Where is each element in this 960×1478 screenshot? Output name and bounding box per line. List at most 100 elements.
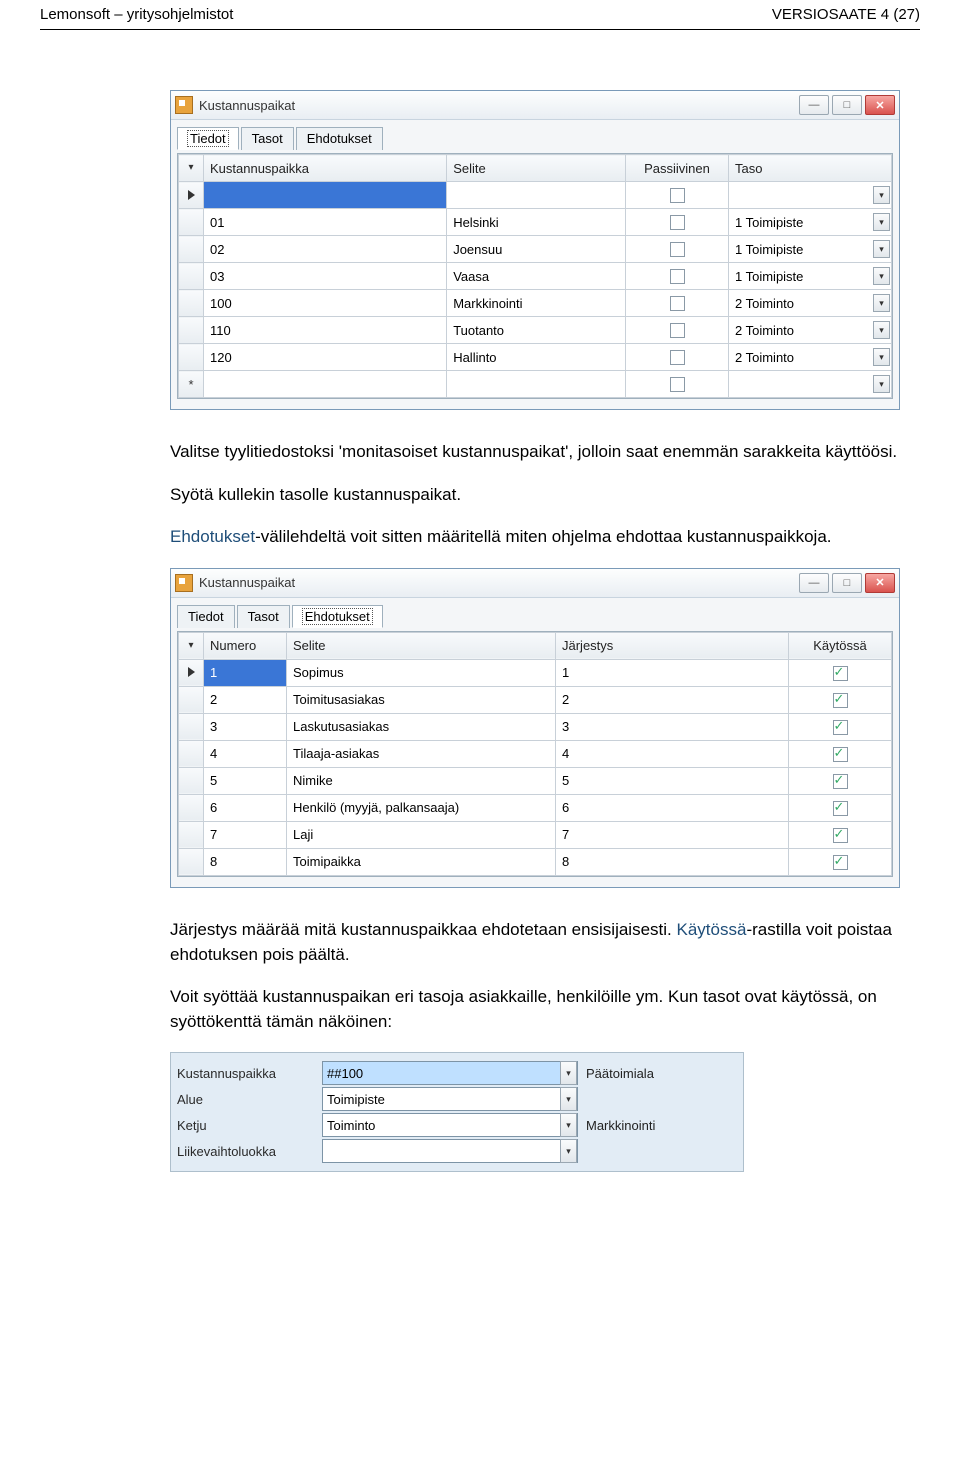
checkbox-icon[interactable] (833, 720, 848, 735)
chevron-down-icon[interactable]: ▾ (873, 375, 890, 393)
row-header[interactable] (179, 821, 204, 848)
titlebar[interactable]: Kustannuspaikat — □ ✕ (171, 91, 899, 120)
table-row[interactable]: 3Laskutusasiakas3 (179, 713, 892, 740)
grid-corner[interactable]: ▾ (179, 155, 204, 182)
checkbox-icon[interactable] (670, 215, 685, 230)
checkbox-icon[interactable] (833, 855, 848, 870)
combo-box[interactable]: Toiminto▾ (322, 1113, 578, 1137)
cell-on[interactable] (789, 659, 892, 686)
cell-order[interactable]: 2 (556, 686, 789, 713)
row-header[interactable] (179, 290, 204, 317)
col-kaytossa[interactable]: Käytössä (789, 632, 892, 659)
table-row[interactable]: 6Henkilö (myyjä, palkansaaja)6 (179, 794, 892, 821)
checkbox-icon[interactable] (670, 242, 685, 257)
cell-order[interactable]: 8 (556, 848, 789, 875)
close-button[interactable]: ✕ (865, 95, 895, 115)
grid-ehdotukset[interactable]: ▾ Numero Selite Järjestys Käytössä 1Sopi… (178, 632, 892, 876)
cell-label[interactable]: Hallinto (447, 344, 626, 371)
table-row[interactable]: ▾ (179, 182, 892, 209)
table-row[interactable]: 4Tilaaja-asiakas4 (179, 740, 892, 767)
cell-taso[interactable]: 1 Toimipiste▾ (729, 236, 892, 263)
cell-num[interactable]: 2 (204, 686, 287, 713)
row-header-new[interactable]: * (179, 371, 204, 398)
checkbox-icon[interactable] (670, 377, 685, 392)
cell-passive[interactable] (626, 344, 729, 371)
checkbox-icon[interactable] (670, 296, 685, 311)
cell-code[interactable] (204, 182, 447, 209)
cell-num[interactable]: 8 (204, 848, 287, 875)
combo-box[interactable]: Toimipiste▾ (322, 1087, 578, 1111)
chevron-down-icon[interactable]: ▾ (873, 321, 890, 339)
table-row[interactable]: 120Hallinto2 Toiminto▾ (179, 344, 892, 371)
combo-box[interactable]: ▾ (322, 1139, 578, 1163)
col-jarjestys[interactable]: Järjestys (556, 632, 789, 659)
table-row[interactable]: 1Sopimus1 (179, 659, 892, 686)
checkbox-icon[interactable] (670, 350, 685, 365)
chevron-down-icon[interactable]: ▾ (873, 186, 890, 204)
cell-passive[interactable] (626, 209, 729, 236)
chevron-down-icon[interactable]: ▾ (873, 213, 890, 231)
cell-code[interactable]: 02 (204, 236, 447, 263)
row-header[interactable] (179, 317, 204, 344)
col-numero[interactable]: Numero (204, 632, 287, 659)
checkbox-icon[interactable] (833, 828, 848, 843)
cell-on[interactable] (789, 740, 892, 767)
cell-num[interactable]: 3 (204, 713, 287, 740)
chevron-down-icon[interactable]: ▾ (560, 1087, 577, 1111)
cell-num[interactable]: 4 (204, 740, 287, 767)
close-button[interactable]: ✕ (865, 573, 895, 593)
cell-label[interactable]: Sopimus (287, 659, 556, 686)
chevron-down-icon[interactable]: ▾ (873, 240, 890, 258)
checkbox-icon[interactable] (833, 747, 848, 762)
cell-num[interactable]: 1 (204, 659, 287, 686)
table-row[interactable]: 8Toimipaikka8 (179, 848, 892, 875)
table-row[interactable]: 7Laji7 (179, 821, 892, 848)
row-header[interactable] (179, 686, 204, 713)
chevron-down-icon[interactable]: ▾ (560, 1139, 577, 1163)
chevron-down-icon[interactable]: ▾ (873, 267, 890, 285)
checkbox-icon[interactable] (670, 269, 685, 284)
col-kustannuspaikka[interactable]: Kustannuspaikka (204, 155, 447, 182)
maximize-button[interactable]: □ (832, 95, 862, 115)
row-header[interactable] (179, 794, 204, 821)
cell-on[interactable] (789, 686, 892, 713)
row-header[interactable] (179, 344, 204, 371)
grid-kustannuspaikat[interactable]: ▾ Kustannuspaikka Selite Passiivinen Tas… (178, 154, 892, 398)
checkbox-icon[interactable] (670, 323, 685, 338)
cell-order[interactable]: 5 (556, 767, 789, 794)
cell-order[interactable]: 4 (556, 740, 789, 767)
checkbox-icon[interactable] (833, 801, 848, 816)
chevron-down-icon[interactable]: ▾ (873, 294, 890, 312)
cell-label[interactable]: Henkilö (myyjä, palkansaaja) (287, 794, 556, 821)
minimize-button[interactable]: — (799, 573, 829, 593)
row-header[interactable] (179, 263, 204, 290)
cell-passive[interactable] (626, 290, 729, 317)
checkbox-icon[interactable] (670, 188, 685, 203)
grid-corner[interactable]: ▾ (179, 632, 204, 659)
cell-taso[interactable]: 2 Toiminto▾ (729, 290, 892, 317)
row-header[interactable] (179, 713, 204, 740)
cell-num[interactable]: 7 (204, 821, 287, 848)
cell-code[interactable]: 03 (204, 263, 447, 290)
checkbox-icon[interactable] (833, 774, 848, 789)
table-row[interactable]: 110Tuotanto2 Toiminto▾ (179, 317, 892, 344)
col-taso[interactable]: Taso (729, 155, 892, 182)
cell-order[interactable]: 7 (556, 821, 789, 848)
cell-label[interactable]: Tilaaja-asiakas (287, 740, 556, 767)
table-row[interactable]: 5Nimike5 (179, 767, 892, 794)
table-row-new[interactable]: *▾ (179, 371, 892, 398)
cell-code[interactable]: 100 (204, 290, 447, 317)
combo-box[interactable]: ##100▾ (322, 1061, 578, 1085)
cell-taso[interactable]: 1 Toimipiste▾ (729, 209, 892, 236)
tab-tiedot[interactable]: Tiedot (177, 127, 239, 150)
checkbox-icon[interactable] (833, 666, 848, 681)
cell-taso[interactable]: 2 Toiminto▾ (729, 344, 892, 371)
cell-label[interactable]: Vaasa (447, 263, 626, 290)
checkbox-icon[interactable] (833, 693, 848, 708)
cell-passive[interactable] (626, 182, 729, 209)
cell-label[interactable]: Tuotanto (447, 317, 626, 344)
minimize-button[interactable]: — (799, 95, 829, 115)
cell-label[interactable]: Joensuu (447, 236, 626, 263)
cell-passive[interactable] (626, 263, 729, 290)
table-row[interactable]: 01Helsinki1 Toimipiste▾ (179, 209, 892, 236)
